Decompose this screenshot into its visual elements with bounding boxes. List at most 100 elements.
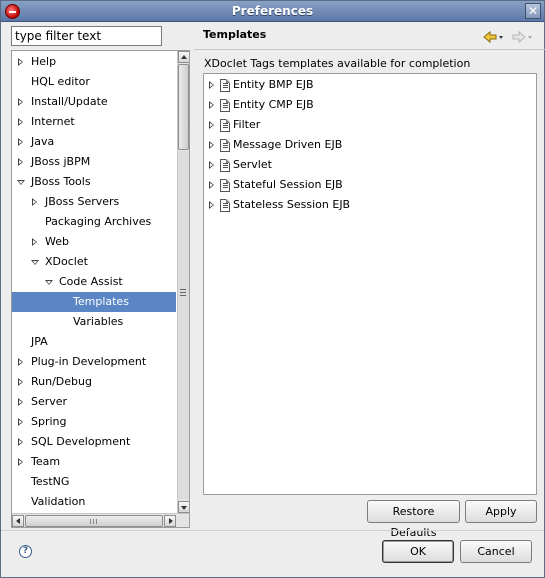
scroll-down-button[interactable] [178,501,189,513]
tree-item[interactable]: Install/Update [12,92,176,112]
template-item[interactable]: Stateful Session EJB [204,175,534,195]
template-item-label: Message Driven EJB [233,138,343,151]
collapsed-twisty-icon[interactable] [207,135,217,155]
tree-item[interactable]: Run/Debug [12,372,176,392]
horizontal-scroll-thumb[interactable] [25,515,163,527]
pane-sash[interactable] [179,287,188,297]
collapsed-twisty-icon[interactable] [207,155,217,175]
collapsed-twisty-icon[interactable] [16,132,26,152]
title-separator [194,49,545,50]
close-window-button[interactable]: ✕ [525,3,541,19]
scroll-thumb[interactable] [178,64,189,150]
collapsed-twisty-icon[interactable] [16,452,26,472]
page-description: XDoclet Tags templates available for com… [204,57,471,70]
tree-item[interactable]: Team [12,452,176,472]
help-icon[interactable]: ? [19,545,32,558]
tree-item-label: Plug-in Development [31,355,147,368]
tree-item[interactable]: SQL Development [12,432,176,452]
tree-item[interactable]: HQL editor [12,72,176,92]
collapsed-twisty-icon[interactable] [207,115,217,135]
restore-defaults-button[interactable]: Restore Defaults [367,500,460,539]
tree-item-label: TestNG [31,475,70,488]
expanded-twisty-icon[interactable] [30,252,40,272]
template-item[interactable]: Filter [204,115,534,135]
template-file-icon [220,159,230,172]
collapsed-twisty-icon[interactable] [16,112,26,132]
tree-item[interactable]: Server [12,392,176,412]
collapsed-twisty-icon[interactable] [16,432,26,452]
tree-item[interactable]: Variables [12,312,176,332]
tree-item[interactable]: Templates [12,292,176,312]
tree-item[interactable]: TestNG [12,472,176,492]
arrow-left-icon [483,30,503,44]
tree-item-label: Help [31,55,57,68]
tree-vertical-scrollbar[interactable] [177,51,189,513]
tree-item-label: Install/Update [31,95,108,108]
tree-horizontal-scrollbar[interactable] [12,513,189,527]
apply-button[interactable]: Apply [465,500,537,523]
template-item-label: Servlet [233,158,272,171]
back-button[interactable] [483,30,505,44]
scroll-left-button[interactable] [12,515,24,527]
forward-button[interactable] [512,30,534,44]
templates-tree: Entity BMP EJB Entity CMP EJB Filter Messag… [203,73,537,495]
tree-item[interactable]: Help [12,52,176,72]
template-item[interactable]: Entity CMP EJB [204,95,534,115]
collapsed-twisty-icon[interactable] [16,392,26,412]
collapsed-twisty-icon[interactable] [16,92,26,112]
expanded-twisty-icon[interactable] [44,272,54,292]
tree-item-label: Team [31,455,61,468]
collapsed-twisty-icon[interactable] [16,352,26,372]
collapsed-twisty-icon[interactable] [207,75,217,95]
tree-item[interactable]: Spring [12,412,176,432]
tree-item-label: JPA [31,335,48,348]
tree-item[interactable]: Internet [12,112,176,132]
collapsed-twisty-icon[interactable] [16,412,26,432]
tree-item-label: JBoss Servers [45,195,120,208]
scroll-track[interactable] [178,151,189,499]
bottom-separator [1,530,544,531]
template-item[interactable]: Entity BMP EJB [204,75,534,95]
tree-item[interactable]: JPA [12,332,176,352]
template-item-label: Filter [233,118,261,131]
filter-input[interactable] [11,26,162,46]
tree-item[interactable]: XDoclet [12,252,176,272]
scroll-right-button[interactable] [164,515,176,527]
collapsed-twisty-icon[interactable] [30,232,40,252]
tree-item[interactable]: JBoss Servers [12,192,176,212]
cancel-button[interactable]: Cancel [460,540,532,563]
tree-item[interactable]: Validation [12,492,176,512]
expanded-twisty-icon[interactable] [16,172,26,192]
template-file-icon [220,139,230,152]
tree-item[interactable]: Packaging Archives [12,212,176,232]
preference-tree: Help HQL editor Install/Update Internet Java… [11,50,190,528]
tree-item-label: Spring [31,415,67,428]
tree-item-label: Validation [31,495,86,508]
tree-item[interactable]: Code Assist [12,272,176,292]
tree-item[interactable]: JBoss jBPM [12,152,176,172]
tree-item[interactable]: JBoss Tools [12,172,176,192]
template-item[interactable]: Stateless Session EJB [204,195,534,215]
title-bar[interactable]: Preferences ✕ [1,1,544,22]
tree-item-label: Server [31,395,68,408]
scroll-up-button[interactable] [178,51,189,63]
template-item[interactable]: Servlet [204,155,534,175]
collapsed-twisty-icon[interactable] [16,372,26,392]
tree-item-label: Code Assist [59,275,123,288]
template-file-icon [220,199,230,212]
ok-button[interactable]: OK [382,540,454,563]
collapsed-twisty-icon[interactable] [207,175,217,195]
collapsed-twisty-icon[interactable] [30,192,40,212]
tree-item[interactable]: Web [12,232,176,252]
collapsed-twisty-icon[interactable] [16,52,26,72]
template-item[interactable]: Message Driven EJB [204,135,534,155]
tree-item-label: XDoclet [45,255,88,268]
collapsed-twisty-icon[interactable] [207,95,217,115]
template-file-icon [220,179,230,192]
tree-item[interactable]: Java [12,132,176,152]
collapsed-twisty-icon[interactable] [16,152,26,172]
template-file-icon [220,99,230,112]
collapsed-twisty-icon[interactable] [207,195,217,215]
tree-item[interactable]: Plug-in Development [12,352,176,372]
template-item-label: Stateless Session EJB [233,198,351,211]
